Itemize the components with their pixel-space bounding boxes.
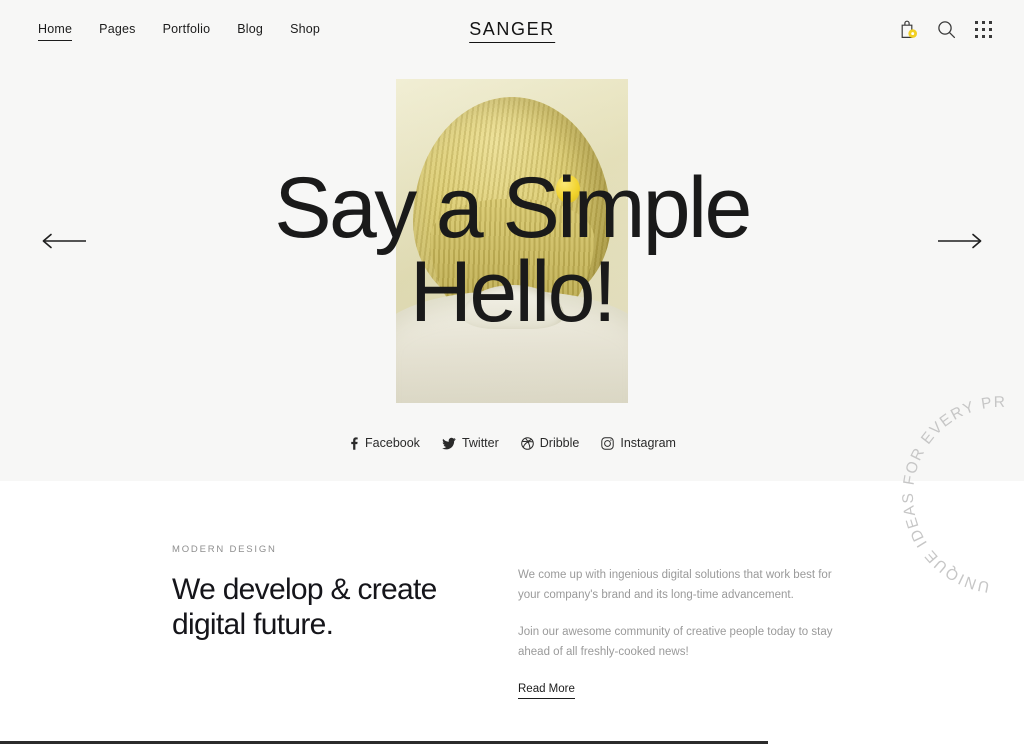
search-icon[interactable] [937, 20, 956, 39]
intro-heading-line-2: digital future. [172, 608, 334, 642]
social-link-facebook[interactable]: Facebook [348, 436, 420, 450]
hero-social-links: Facebook Twitter Dribble Instagram [0, 436, 1024, 450]
nav-item-home[interactable]: Home [38, 22, 73, 41]
hero-title-line-1: Say a Simple [274, 160, 752, 256]
social-link-instagram[interactable]: Instagram [601, 436, 676, 450]
page-root: Home Pages Portfolio Blog Shop SANGER Sa… [0, 0, 1024, 745]
intro-paragraph-1: We come up with ingenious digital soluti… [518, 569, 832, 602]
intro-section: MODERN DESIGN We develop & create digita… [0, 481, 1024, 745]
nav-item-pages[interactable]: Pages [99, 22, 135, 40]
nav-item-portfolio[interactable]: Portfolio [163, 22, 211, 40]
slider-next-arrow-icon[interactable] [936, 228, 984, 254]
main-navigation: Home Pages Portfolio Blog Shop [38, 22, 320, 41]
nav-item-shop[interactable]: Shop [290, 22, 320, 40]
intro-paragraph-2: Join our awesome community of creative p… [518, 626, 833, 659]
social-link-dribble[interactable]: Dribble [520, 436, 580, 450]
read-more-link[interactable]: Read More [518, 683, 575, 699]
social-label-instagram: Instagram [620, 436, 676, 450]
social-link-twitter[interactable]: Twitter [441, 436, 499, 450]
social-label-dribble: Dribble [539, 436, 580, 450]
header-icon-group [899, 19, 992, 40]
hero-title: Say a Simple Hello! [0, 165, 1024, 341]
site-logo[interactable]: SANGER [469, 19, 555, 43]
hero-title-line-2: Hello! [409, 244, 617, 341]
horizontal-scrollbar[interactable] [0, 738, 1024, 745]
twitter-icon [441, 437, 456, 450]
instagram-icon [601, 436, 615, 450]
nav-item-blog[interactable]: Blog [237, 22, 263, 40]
dribble-icon [520, 436, 534, 450]
social-label-twitter: Twitter [461, 436, 499, 450]
social-label-facebook: Facebook [365, 436, 420, 450]
scrollbar-thumb[interactable] [0, 741, 768, 744]
grid-menu-icon[interactable] [975, 21, 992, 38]
intro-heading-line-1: We develop & create [172, 573, 437, 606]
facebook-icon [348, 436, 359, 450]
intro-heading: We develop & create digital future. [172, 572, 502, 642]
site-header: Home Pages Portfolio Blog Shop SANGER [0, 0, 1024, 60]
slider-prev-arrow-icon[interactable] [40, 228, 88, 254]
shopping-bag-icon[interactable] [899, 19, 918, 40]
intro-eyebrow: MODERN DESIGN [172, 544, 277, 555]
intro-right-column: We come up with ingenious digital soluti… [518, 565, 848, 699]
intro-left-column: MODERN DESIGN We develop & create digita… [172, 544, 502, 642]
